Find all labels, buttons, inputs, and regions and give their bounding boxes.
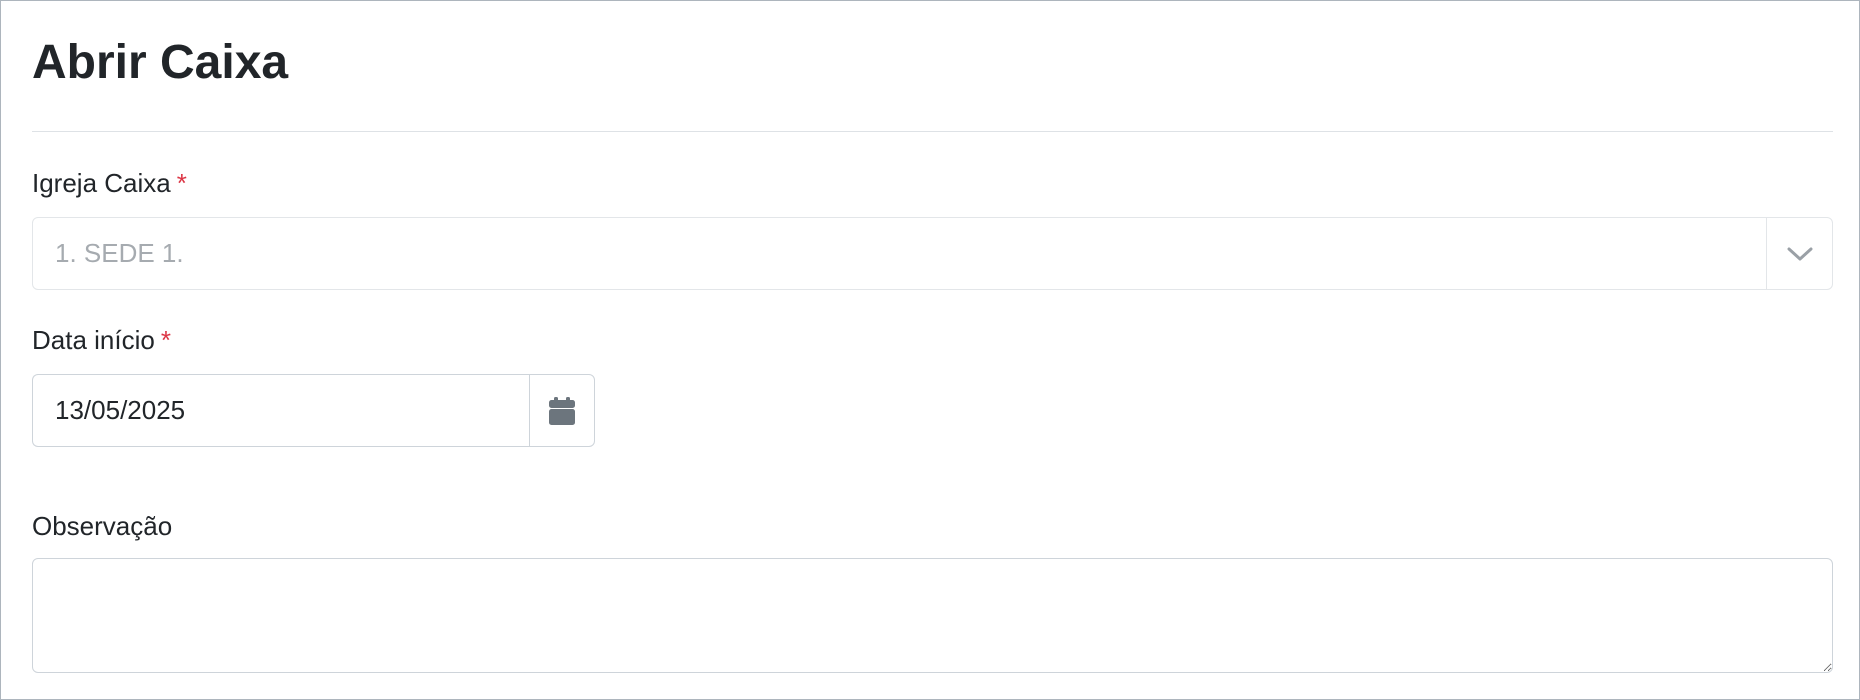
igreja-caixa-dropdown-toggle[interactable] [1766,218,1832,289]
date-picker-button[interactable] [529,374,595,447]
calendar-icon [549,396,575,425]
data-inicio-label-text: Data início [32,325,155,355]
page-title: Abrir Caixa [32,36,289,89]
igreja-caixa-label-text: Igreja Caixa [32,168,171,198]
data-inicio-group [32,374,595,447]
required-asterisk: * [160,325,171,355]
igreja-caixa-select[interactable]: 1. SEDE 1. [32,217,1833,290]
observacao-textarea[interactable] [32,558,1833,673]
data-inicio-label: Data início * [32,324,171,356]
required-asterisk: * [176,168,187,198]
title-divider [32,131,1833,132]
observacao-label: Observação [32,510,172,542]
igreja-caixa-label: Igreja Caixa * [32,167,187,199]
data-inicio-input[interactable] [32,374,529,447]
form-container: Abrir Caixa Igreja Caixa * 1. SEDE 1. Dat… [0,0,1860,700]
observacao-label-text: Observação [32,511,173,541]
igreja-caixa-selected-value: 1. SEDE 1. [55,238,184,268]
chevron-down-icon [1787,247,1812,260]
